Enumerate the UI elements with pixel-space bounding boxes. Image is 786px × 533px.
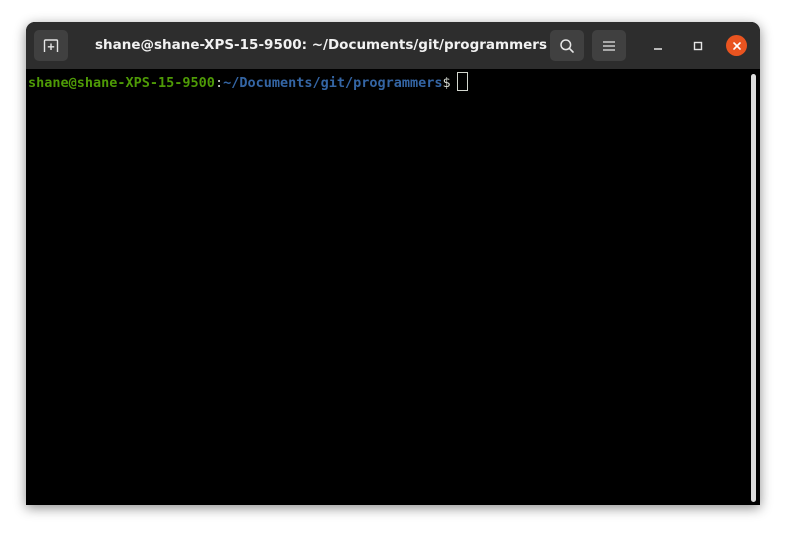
title-bar[interactable]: shane@shane-XPS-15-9500: ~/Documents/git… xyxy=(26,22,760,69)
maximize-icon xyxy=(693,41,702,50)
new-tab-icon xyxy=(43,38,59,52)
menu-button[interactable] xyxy=(592,30,626,61)
search-button[interactable] xyxy=(550,30,584,61)
close-icon xyxy=(732,41,741,50)
prompt-symbol: $ xyxy=(442,75,451,91)
window-title: shane@shane-XPS-15-9500: ~/Documents/git… xyxy=(94,37,547,53)
hamburger-menu-icon xyxy=(603,40,615,51)
minimize-button[interactable] xyxy=(647,35,668,56)
text-cursor xyxy=(456,72,468,91)
prompt-line: shane@shane-XPS-15-9500:~/Documents/git/… xyxy=(28,72,468,93)
new-tab-button[interactable] xyxy=(34,30,68,61)
terminal-area[interactable]: shane@shane-XPS-15-9500:~/Documents/git/… xyxy=(26,69,760,505)
maximize-button[interactable] xyxy=(687,35,708,56)
close-button[interactable] xyxy=(726,35,747,56)
minimize-icon xyxy=(653,47,662,50)
prompt-separator: : xyxy=(214,75,224,91)
prompt-path: ~/Documents/git/programmers xyxy=(223,75,443,91)
prompt-user-host: shane@shane-XPS-15-9500 xyxy=(28,75,215,91)
scrollbar[interactable] xyxy=(751,74,756,502)
terminal-window: shane@shane-XPS-15-9500: ~/Documents/git… xyxy=(26,22,760,505)
search-icon xyxy=(560,38,574,53)
